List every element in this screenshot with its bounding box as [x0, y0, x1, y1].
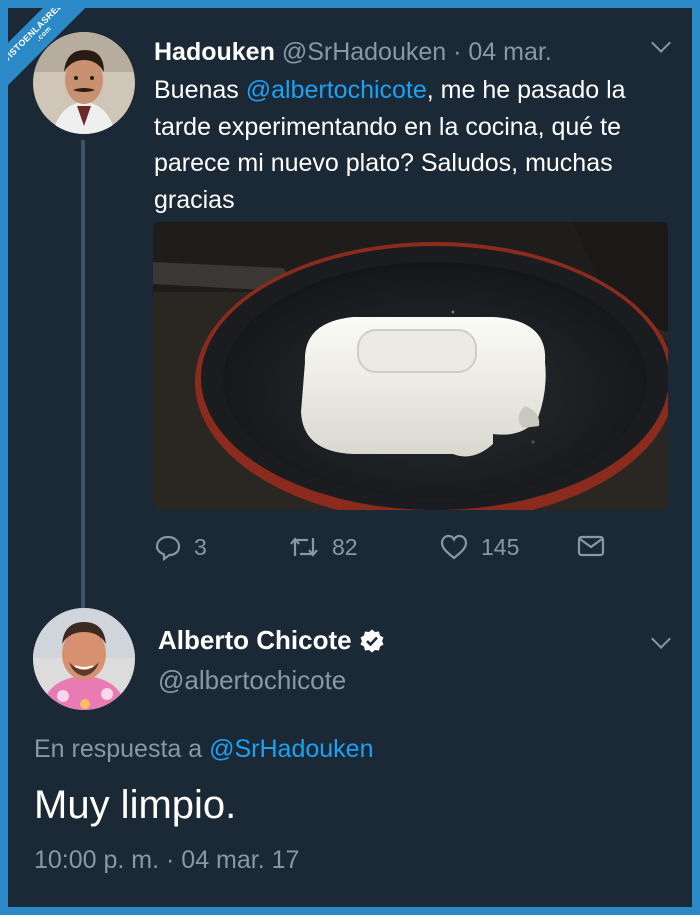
- chevron-down-icon[interactable]: [651, 629, 671, 649]
- reply-icon: [155, 535, 181, 561]
- reply-prefix: En respuesta a: [34, 735, 210, 763]
- tweet1-author-name[interactable]: Hadouken: [154, 38, 275, 66]
- reply-mention-link[interactable]: @SrHadouken: [209, 735, 373, 763]
- tweet1-mention-link[interactable]: @albertochicote: [246, 76, 427, 104]
- tweet2-author-handle[interactable]: @albertochicote: [158, 665, 346, 696]
- reply-context: En respuesta a @SrHadouken: [34, 735, 373, 764]
- verified-icon: [360, 629, 384, 652]
- tweet1-author-handle[interactable]: @SrHadouken: [282, 38, 446, 66]
- like-icon: [440, 534, 468, 560]
- direct-message-button[interactable]: [576, 533, 606, 559]
- chevron-down-icon[interactable]: [651, 33, 671, 53]
- tweet1-header: Hadouken @SrHadouken · 04 mar.: [154, 38, 552, 67]
- like-button[interactable]: 145: [439, 533, 519, 561]
- tweet1-separator: ·: [453, 38, 462, 66]
- reply-count: 3: [194, 533, 207, 560]
- thread-connector-line: [81, 140, 85, 610]
- tweet2-author-name[interactable]: Alberto Chicote: [158, 625, 352, 656]
- like-count: 145: [481, 533, 520, 560]
- retweet-count: 82: [332, 533, 358, 560]
- tweet2-author[interactable]: Alberto Chicote: [158, 625, 385, 656]
- reply-button[interactable]: 3: [154, 533, 207, 561]
- tweet2-timestamp[interactable]: 10:00 p. m. · 04 mar. 17: [34, 846, 299, 875]
- tweet1-text: Buenas @albertochicote, me he pasado la …: [154, 72, 674, 218]
- tweet-thread-card: VISTOENLASREDES .com Hadouken @SrHadouke…: [8, 8, 692, 907]
- avatar-hadouken[interactable]: [33, 32, 135, 134]
- tweet1-photo[interactable]: [153, 222, 668, 510]
- tweet2-text: Muy limpio.: [34, 783, 237, 827]
- avatar-alberto-chicote[interactable]: [33, 608, 135, 710]
- tweet1-text-start: Buenas: [154, 76, 246, 104]
- tweet1-actions: 3 82 145: [154, 533, 614, 563]
- tweet1-date[interactable]: 04 mar.: [468, 38, 551, 66]
- dm-icon: [577, 535, 605, 557]
- retweet-button[interactable]: 82: [288, 533, 358, 561]
- retweet-icon: [290, 537, 318, 557]
